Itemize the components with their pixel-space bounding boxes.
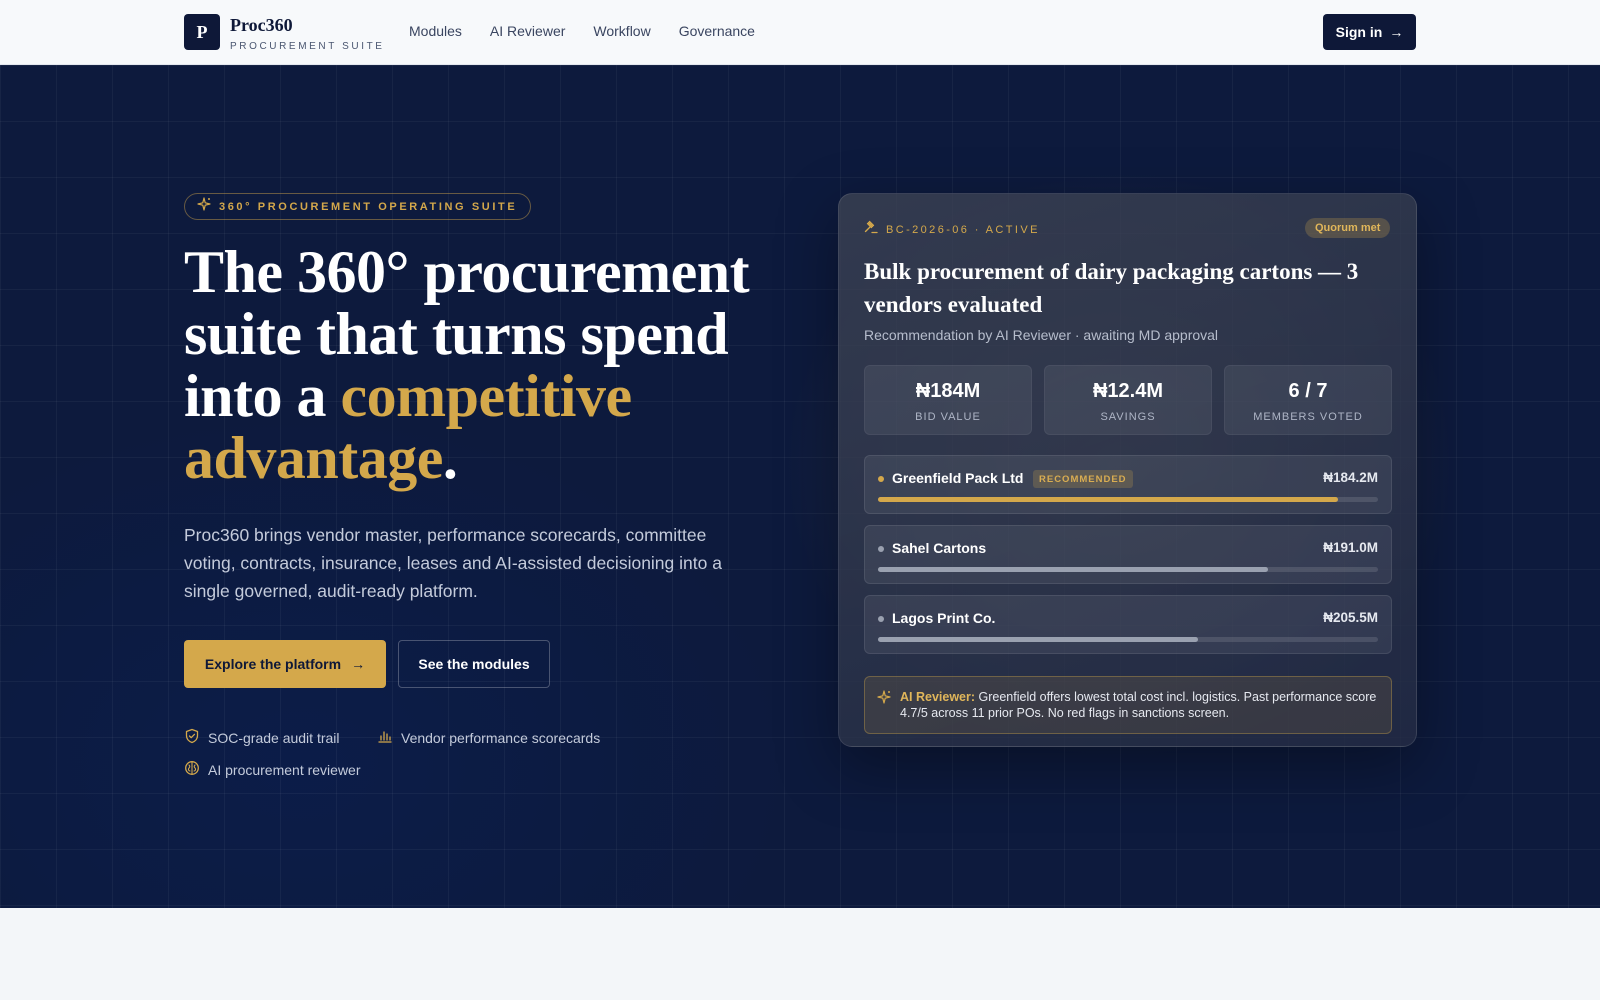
quorum-badge: Quorum met (1305, 218, 1391, 238)
bar-chart-icon (377, 728, 393, 747)
feature-audit-trail: SOC-grade audit trail (184, 728, 340, 747)
stat-label: BID VALUE (915, 411, 981, 423)
vendor-amount: ₦205.5M (1323, 610, 1378, 625)
stat-value: 6 / 7 (1288, 380, 1328, 402)
score-bar (878, 637, 1198, 642)
ai-reviewer-label: AI Reviewer: (900, 690, 976, 704)
top-nav: P Proc360 PROCUREMENT SUITE Modules AI R… (0, 0, 1600, 65)
brand-subtitle: PROCUREMENT SUITE (230, 41, 385, 52)
case-title: Bulk procurement of dairy packaging cart… (864, 259, 1359, 317)
see-modules-button[interactable]: See the modules (398, 640, 550, 688)
feature-ai-reviewer: AI procurement reviewer (184, 760, 361, 779)
stat-value: ₦12.4M (1092, 380, 1164, 402)
suite-pill: 360° PROCUREMENT OPERATING SUITE (184, 193, 532, 220)
stat-label: SAVINGS (1100, 411, 1156, 423)
primary-nav: Modules AI Reviewer Workflow Governance (409, 23, 755, 39)
sign-in-label: Sign in (1335, 24, 1383, 40)
ai-reviewer-text: AI Reviewer: Greenfield offers lowest to… (900, 689, 1380, 721)
below-fold-section (0, 908, 1600, 1000)
sign-in-button[interactable]: Sign in → (1323, 14, 1416, 50)
logo-mark[interactable]: P (184, 14, 220, 50)
feature-label: AI procurement reviewer (208, 761, 361, 778)
brand-name[interactable]: Proc360 (230, 15, 293, 36)
stat-savings: ₦12.4M SAVINGS (1044, 365, 1212, 435)
vendor-amount: ₦184.2M (1323, 470, 1378, 485)
brain-icon (184, 760, 200, 779)
gavel-icon (864, 220, 878, 239)
stat-label: MEMBERS VOTED (1253, 411, 1363, 423)
vendor-name: Sahel Cartons (892, 540, 987, 556)
headline-period: . (442, 425, 458, 491)
vendor-name: Greenfield Pack Ltd (892, 470, 1024, 486)
vendor-row-sahel[interactable]: Sahel Cartons ₦191.0M (864, 525, 1392, 584)
score-track (878, 567, 1378, 572)
recommended-badge: RECOMMENDED (1033, 470, 1133, 488)
committee-preview-card[interactable]: BC-2026-06 · ACTIVE Quorum met Bulk proc… (838, 193, 1417, 747)
case-tag: BC-2026-06 · ACTIVE (864, 220, 1040, 239)
nav-link-governance[interactable]: Governance (679, 23, 755, 39)
hero-lede: Proc360 brings vendor master, performanc… (184, 525, 722, 601)
vendor-amount: ₦191.0M (1323, 540, 1378, 555)
case-tag-text: BC-2026-06 · ACTIVE (886, 223, 1040, 236)
stat-bid-value: ₦184M BID VALUE (864, 365, 1032, 435)
score-track (878, 637, 1378, 642)
nav-link-workflow[interactable]: Workflow (593, 23, 650, 39)
shield-check-icon (184, 728, 200, 747)
feature-label: SOC-grade audit trail (208, 729, 340, 746)
feature-scorecards: Vendor performance scorecards (377, 728, 600, 747)
vendor-row-greenfield[interactable]: Greenfield Pack Ltd RECOMMENDED ₦184.2M (864, 455, 1392, 514)
status-dot (878, 476, 884, 482)
status-dot (878, 616, 884, 622)
score-bar (878, 567, 1268, 572)
score-bar (878, 497, 1338, 502)
nav-link-ai-reviewer[interactable]: AI Reviewer (490, 23, 565, 39)
nav-link-modules[interactable]: Modules (409, 23, 462, 39)
explore-platform-button[interactable]: Explore the platform → (184, 640, 386, 688)
arrow-right-icon: → (351, 656, 366, 672)
case-subtitle: Recommendation by AI Reviewer · awaiting… (864, 327, 1219, 343)
hero-section: 360° PROCUREMENT OPERATING SUITE The 360… (0, 65, 1600, 908)
explore-platform-label: Explore the platform (204, 656, 342, 672)
stat-members-voted: 6 / 7 MEMBERS VOTED (1224, 365, 1392, 435)
hero-headline: The 360° procurement suite that turns sp… (184, 241, 784, 489)
vendor-row-lagos[interactable]: Lagos Print Co. ₦205.5M (864, 595, 1392, 654)
feature-label: Vendor performance scorecards (401, 729, 601, 746)
vendor-name: Lagos Print Co. (892, 610, 996, 626)
stat-value: ₦184M (915, 380, 981, 402)
status-dot (878, 546, 884, 552)
sparkle-icon (197, 197, 211, 216)
ai-reviewer-note: AI Reviewer: Greenfield offers lowest to… (864, 676, 1392, 734)
see-modules-label: See the modules (418, 656, 530, 672)
arrow-right-icon: → (1389, 24, 1404, 40)
sparkle-icon (877, 690, 891, 709)
score-track (878, 497, 1378, 502)
suite-pill-text: 360° PROCUREMENT OPERATING SUITE (219, 200, 518, 213)
